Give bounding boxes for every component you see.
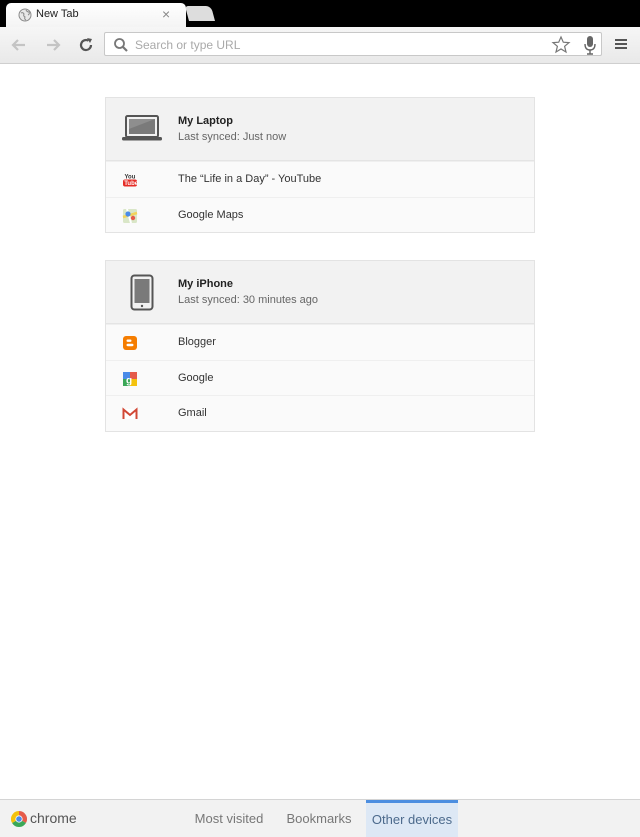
tab-title: Gmail <box>178 407 207 419</box>
blogger-icon <box>123 336 137 350</box>
tab-other-devices[interactable]: Other devices <box>366 800 458 837</box>
gmail-icon <box>122 407 138 419</box>
phone-icon <box>130 274 154 311</box>
menu-hamburger-icon[interactable] <box>613 36 629 52</box>
omnibox[interactable] <box>104 32 602 56</box>
new-tab-button[interactable] <box>184 6 216 21</box>
toolbar <box>0 27 640 64</box>
device-header[interactable]: My Laptop Last synced: Just now <box>106 98 534 161</box>
chrome-logo-icon <box>11 811 27 827</box>
device-card-iphone: My iPhone Last synced: 30 minutes ago Bl… <box>105 260 535 432</box>
tab-title: Blogger <box>178 336 216 348</box>
laptop-icon <box>122 115 162 141</box>
tab-title: Google <box>178 371 214 384</box>
google-maps-icon <box>122 208 138 223</box>
last-synced-text: Last synced: 30 minutes ago <box>178 294 319 306</box>
svg-text:g: g <box>126 375 132 386</box>
tab-strip: New Tab × <box>0 0 640 27</box>
last-synced-text: Last synced: Just now <box>178 131 287 143</box>
device-card-laptop: My Laptop Last synced: Just now You Tube… <box>105 97 535 233</box>
synced-tab-row[interactable]: Gmail <box>106 395 534 431</box>
tab-bookmarks[interactable]: Bookmarks <box>279 800 359 837</box>
browser-tab-new-tab[interactable]: New Tab × <box>6 3 186 27</box>
tab-title: The “Life in a Day” - YouTube <box>178 173 322 185</box>
search-icon <box>114 38 128 52</box>
brand-label: chrome <box>30 810 77 826</box>
close-tab-icon[interactable]: × <box>162 6 170 22</box>
reload-icon[interactable] <box>76 35 96 55</box>
device-name: My iPhone <box>178 278 234 290</box>
forward-arrow-icon[interactable] <box>43 35 63 55</box>
synced-tab-row[interactable]: You Tube The “Life in a Day” - YouTube <box>106 161 534 197</box>
svg-text:Tube: Tube <box>124 181 138 187</box>
bottom-nav-bar: chrome Most visited Bookmarks Other devi… <box>0 799 640 837</box>
microphone-icon[interactable] <box>583 35 597 55</box>
url-input[interactable] <box>135 36 535 54</box>
tab-title: Google Maps <box>178 208 244 221</box>
device-name: My Laptop <box>178 115 233 127</box>
google-icon: g <box>123 371 137 386</box>
synced-tab-row[interactable]: Blogger <box>106 324 534 360</box>
tab-most-visited[interactable]: Most visited <box>186 800 272 837</box>
globe-icon <box>18 8 32 22</box>
synced-tab-row[interactable]: Google Maps <box>106 196 534 233</box>
youtube-icon: You Tube <box>123 175 138 187</box>
back-arrow-icon[interactable] <box>9 35 29 55</box>
device-header[interactable]: My iPhone Last synced: 30 minutes ago <box>106 261 534 324</box>
bookmark-star-icon[interactable] <box>551 35 571 55</box>
synced-tab-row[interactable]: g Google <box>106 359 534 396</box>
tab-title: New Tab <box>36 8 79 20</box>
